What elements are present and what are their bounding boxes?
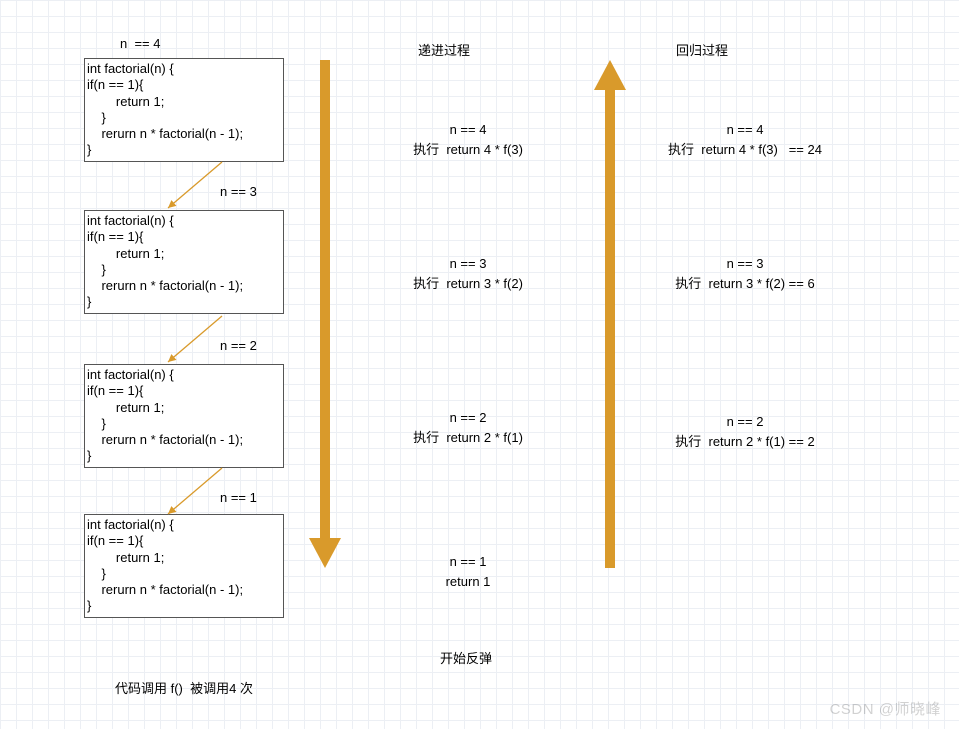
forward-step-4: n == 4 执行 return 4 * f(3) bbox=[388, 120, 548, 159]
codebox-call-4: int factorial(n) { if(n == 1){ return 1;… bbox=[84, 514, 284, 618]
codebox-call-1: int factorial(n) { if(n == 1){ return 1;… bbox=[84, 58, 284, 162]
back-step-3: n == 3 执行 return 3 * f(2) == 6 bbox=[640, 254, 850, 293]
label-n4: n == 4 bbox=[120, 36, 160, 51]
arrow-call-2-to-3-icon bbox=[162, 314, 232, 368]
forward-step-2: n == 2 执行 return 2 * f(1) bbox=[388, 408, 548, 447]
codebox-call-2: int factorial(n) { if(n == 1){ return 1;… bbox=[84, 210, 284, 314]
label-rebound: 开始反弹 bbox=[440, 648, 492, 667]
forward-step-3: n == 3 执行 return 3 * f(2) bbox=[388, 254, 548, 293]
forward-step-1: n == 1 return 1 bbox=[388, 552, 548, 591]
back-step-4: n == 4 执行 return 4 * f(3) == 24 bbox=[640, 120, 850, 159]
watermark: CSDN @师晓峰 bbox=[830, 698, 941, 719]
caption-call-count: 代码调用 f() 被调用4 次 bbox=[115, 678, 253, 697]
codebox-call-3: int factorial(n) { if(n == 1){ return 1;… bbox=[84, 364, 284, 468]
heading-forward-process: 递进过程 bbox=[418, 40, 470, 59]
arrow-call-3-to-4-icon bbox=[162, 466, 232, 520]
heading-back-process: 回归过程 bbox=[676, 40, 728, 59]
big-arrow-down-icon bbox=[305, 60, 345, 570]
arrow-call-1-to-2-icon bbox=[162, 160, 232, 214]
big-arrow-up-icon bbox=[590, 60, 630, 570]
back-step-2: n == 2 执行 return 2 * f(1) == 2 bbox=[640, 412, 850, 451]
